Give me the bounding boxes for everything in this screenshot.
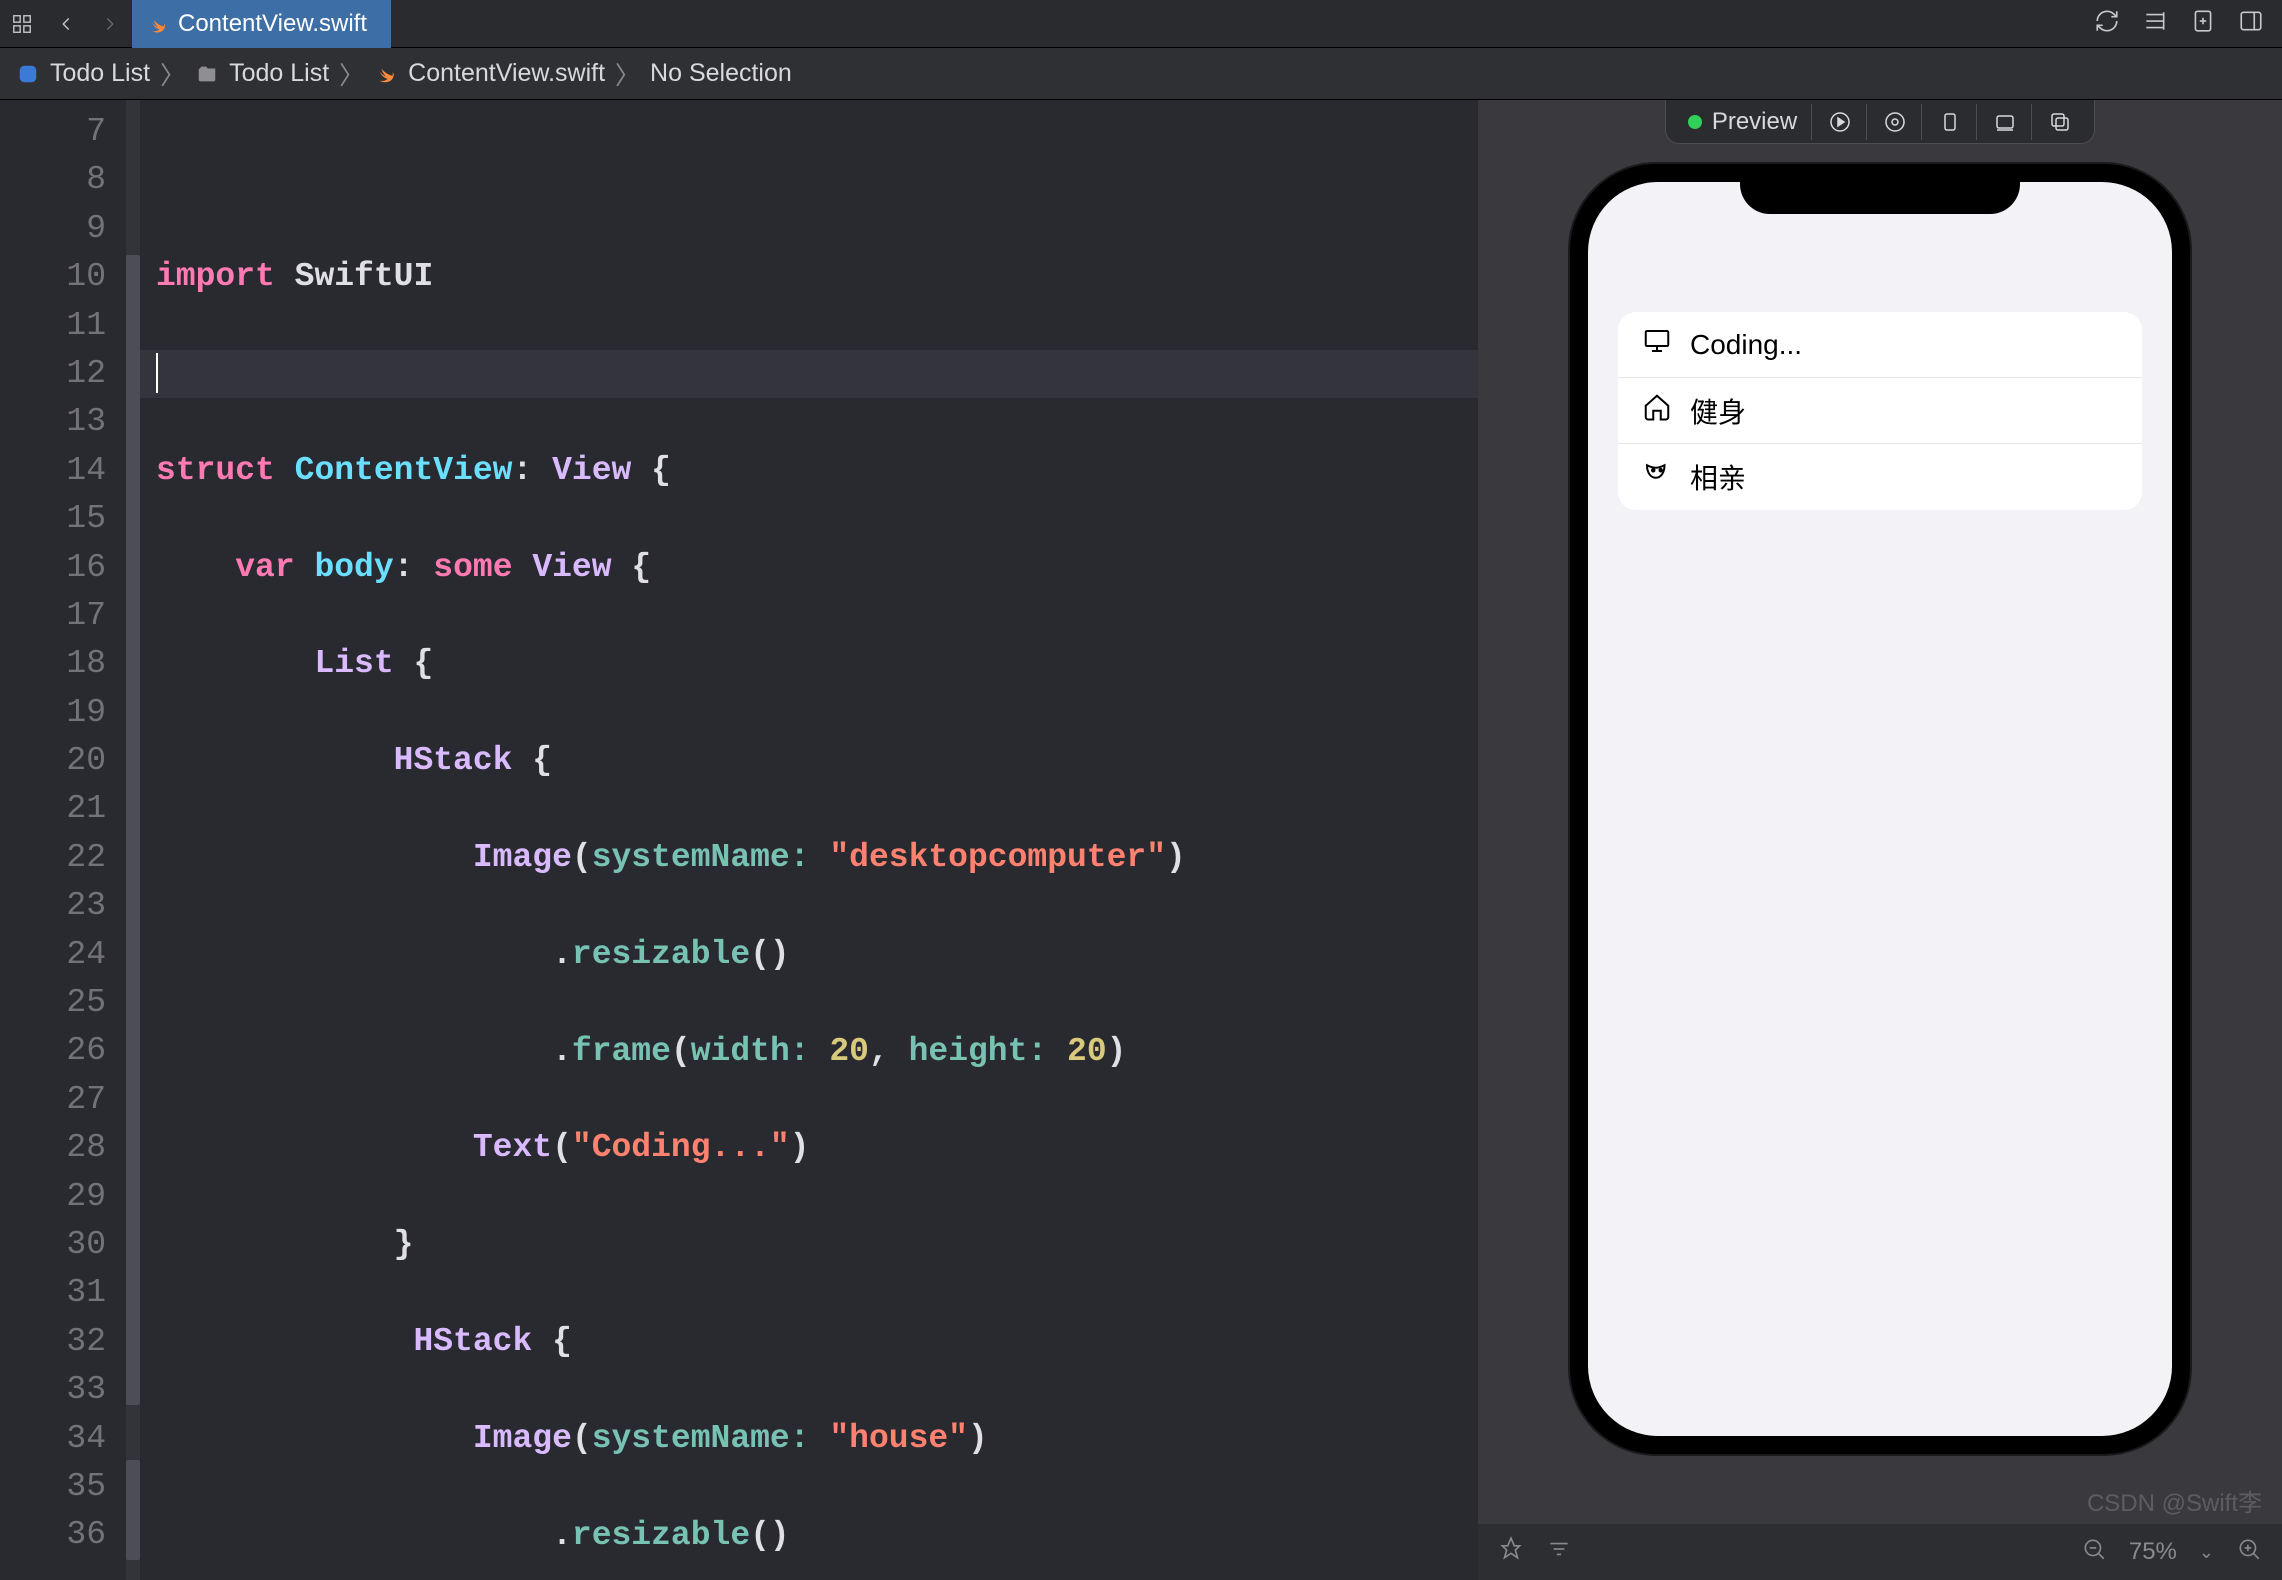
text-cursor [156,353,158,393]
list-item-label: 相亲 [1690,457,1746,497]
app-icon [16,62,40,86]
line-number: 35 [0,1463,126,1511]
status-dot-icon [1688,115,1702,129]
theatermasks-icon [1642,459,1672,496]
line-number: 29 [0,1173,126,1221]
line-number: 16 [0,544,126,592]
preview-mode-button[interactable]: Preview [1674,104,1812,140]
selectable-button[interactable] [1869,104,1922,140]
line-gutter: 7 8 9 10 11 12 13 14 15 16 17 18 19 20 2… [0,100,126,1580]
folder-icon [195,62,219,86]
nav-back-icon[interactable] [44,0,88,48]
preview-list: Coding... 健身 相亲 [1618,312,2142,510]
breadcrumb: Todo List 〉 Todo List 〉 ContentView.swif… [0,48,2282,100]
list-item-label: Coding... [1690,329,1802,361]
swift-file-icon [148,14,168,34]
duplicate-preview-button[interactable] [2034,104,2086,140]
line-number: 27 [0,1076,126,1124]
device-settings-button[interactable] [1924,104,1977,140]
crumb-selection[interactable]: No Selection [650,59,792,88]
zoom-out-icon[interactable] [2081,1536,2107,1569]
pin-icon[interactable] [1498,1536,1524,1569]
line-number: 34 [0,1415,126,1463]
list-item[interactable]: Coding... [1618,312,2142,378]
line-number: 28 [0,1124,126,1172]
chevron-icon: 〉 [339,56,364,92]
chevron-down-icon[interactable]: ⌄ [2199,1542,2214,1563]
canvas-footer: 75% ⌄ [1478,1524,2282,1580]
panel-toggle-icon[interactable] [2238,8,2264,39]
device-notch [1740,164,2020,214]
line-number: 22 [0,834,126,882]
grid-icon[interactable] [0,0,44,48]
line-number: 7 [0,108,126,156]
line-number: 18 [0,640,126,688]
tab-contentview[interactable]: ContentView.swift [132,0,391,48]
device-screen[interactable]: Coding... 健身 相亲 [1588,182,2172,1436]
tabbar-right-controls [2094,8,2282,39]
add-file-icon[interactable] [2190,8,2216,39]
crumb-folder[interactable]: Todo List [229,59,329,88]
tab-label: ContentView.swift [178,10,367,38]
line-number: 17 [0,592,126,640]
preview-label: Preview [1712,108,1797,136]
tab-bar: ContentView.swift [0,0,2282,48]
live-button[interactable] [1814,104,1867,140]
list-icon[interactable] [2142,8,2168,39]
line-number: 32 [0,1318,126,1366]
line-number: 20 [0,737,126,785]
code-content[interactable]: import SwiftUI struct ContentView: View … [140,100,1478,1580]
line-number: 25 [0,979,126,1027]
filter-icon[interactable] [1546,1536,1572,1569]
line-number: 21 [0,785,126,833]
list-item-label: 健身 [1690,391,1746,431]
nav-forward-icon[interactable] [88,0,132,48]
fold-ribbon [126,100,140,1580]
list-item[interactable]: 健身 [1618,378,2142,444]
line-number: 11 [0,302,126,350]
house-icon [1642,392,1672,429]
list-item[interactable]: 相亲 [1618,444,2142,510]
desktop-icon [1642,326,1672,363]
canvas-toolbar: Preview [1665,100,2095,144]
line-number: 31 [0,1269,126,1317]
line-number: 14 [0,447,126,495]
refresh-icon[interactable] [2094,8,2120,39]
line-number: 24 [0,931,126,979]
crumb-file[interactable]: ContentView.swift [408,59,605,88]
line-number: 26 [0,1027,126,1075]
line-number: 13 [0,398,126,446]
chevron-icon: 〉 [615,56,640,92]
line-number: 9 [0,205,126,253]
line-number: 19 [0,689,126,737]
line-number: 23 [0,882,126,930]
line-number: 12 [0,350,126,398]
variants-button[interactable] [1979,104,2032,140]
zoom-level[interactable]: 75% [2129,1538,2177,1566]
line-number: 8 [0,156,126,204]
line-number: 10 [0,253,126,301]
line-number: 15 [0,495,126,543]
device-frame: Coding... 健身 相亲 [1570,164,2190,1454]
code-editor[interactable]: 7 8 9 10 11 12 13 14 15 16 17 18 19 20 2… [0,100,1478,1580]
line-number: 30 [0,1221,126,1269]
line-number: 36 [0,1511,126,1559]
canvas-panel: Preview Coding... [1478,100,2282,1580]
crumb-project[interactable]: Todo List [50,59,150,88]
line-number: 33 [0,1366,126,1414]
zoom-in-icon[interactable] [2236,1536,2262,1569]
chevron-icon: 〉 [160,56,185,92]
swift-file-icon [374,62,398,86]
